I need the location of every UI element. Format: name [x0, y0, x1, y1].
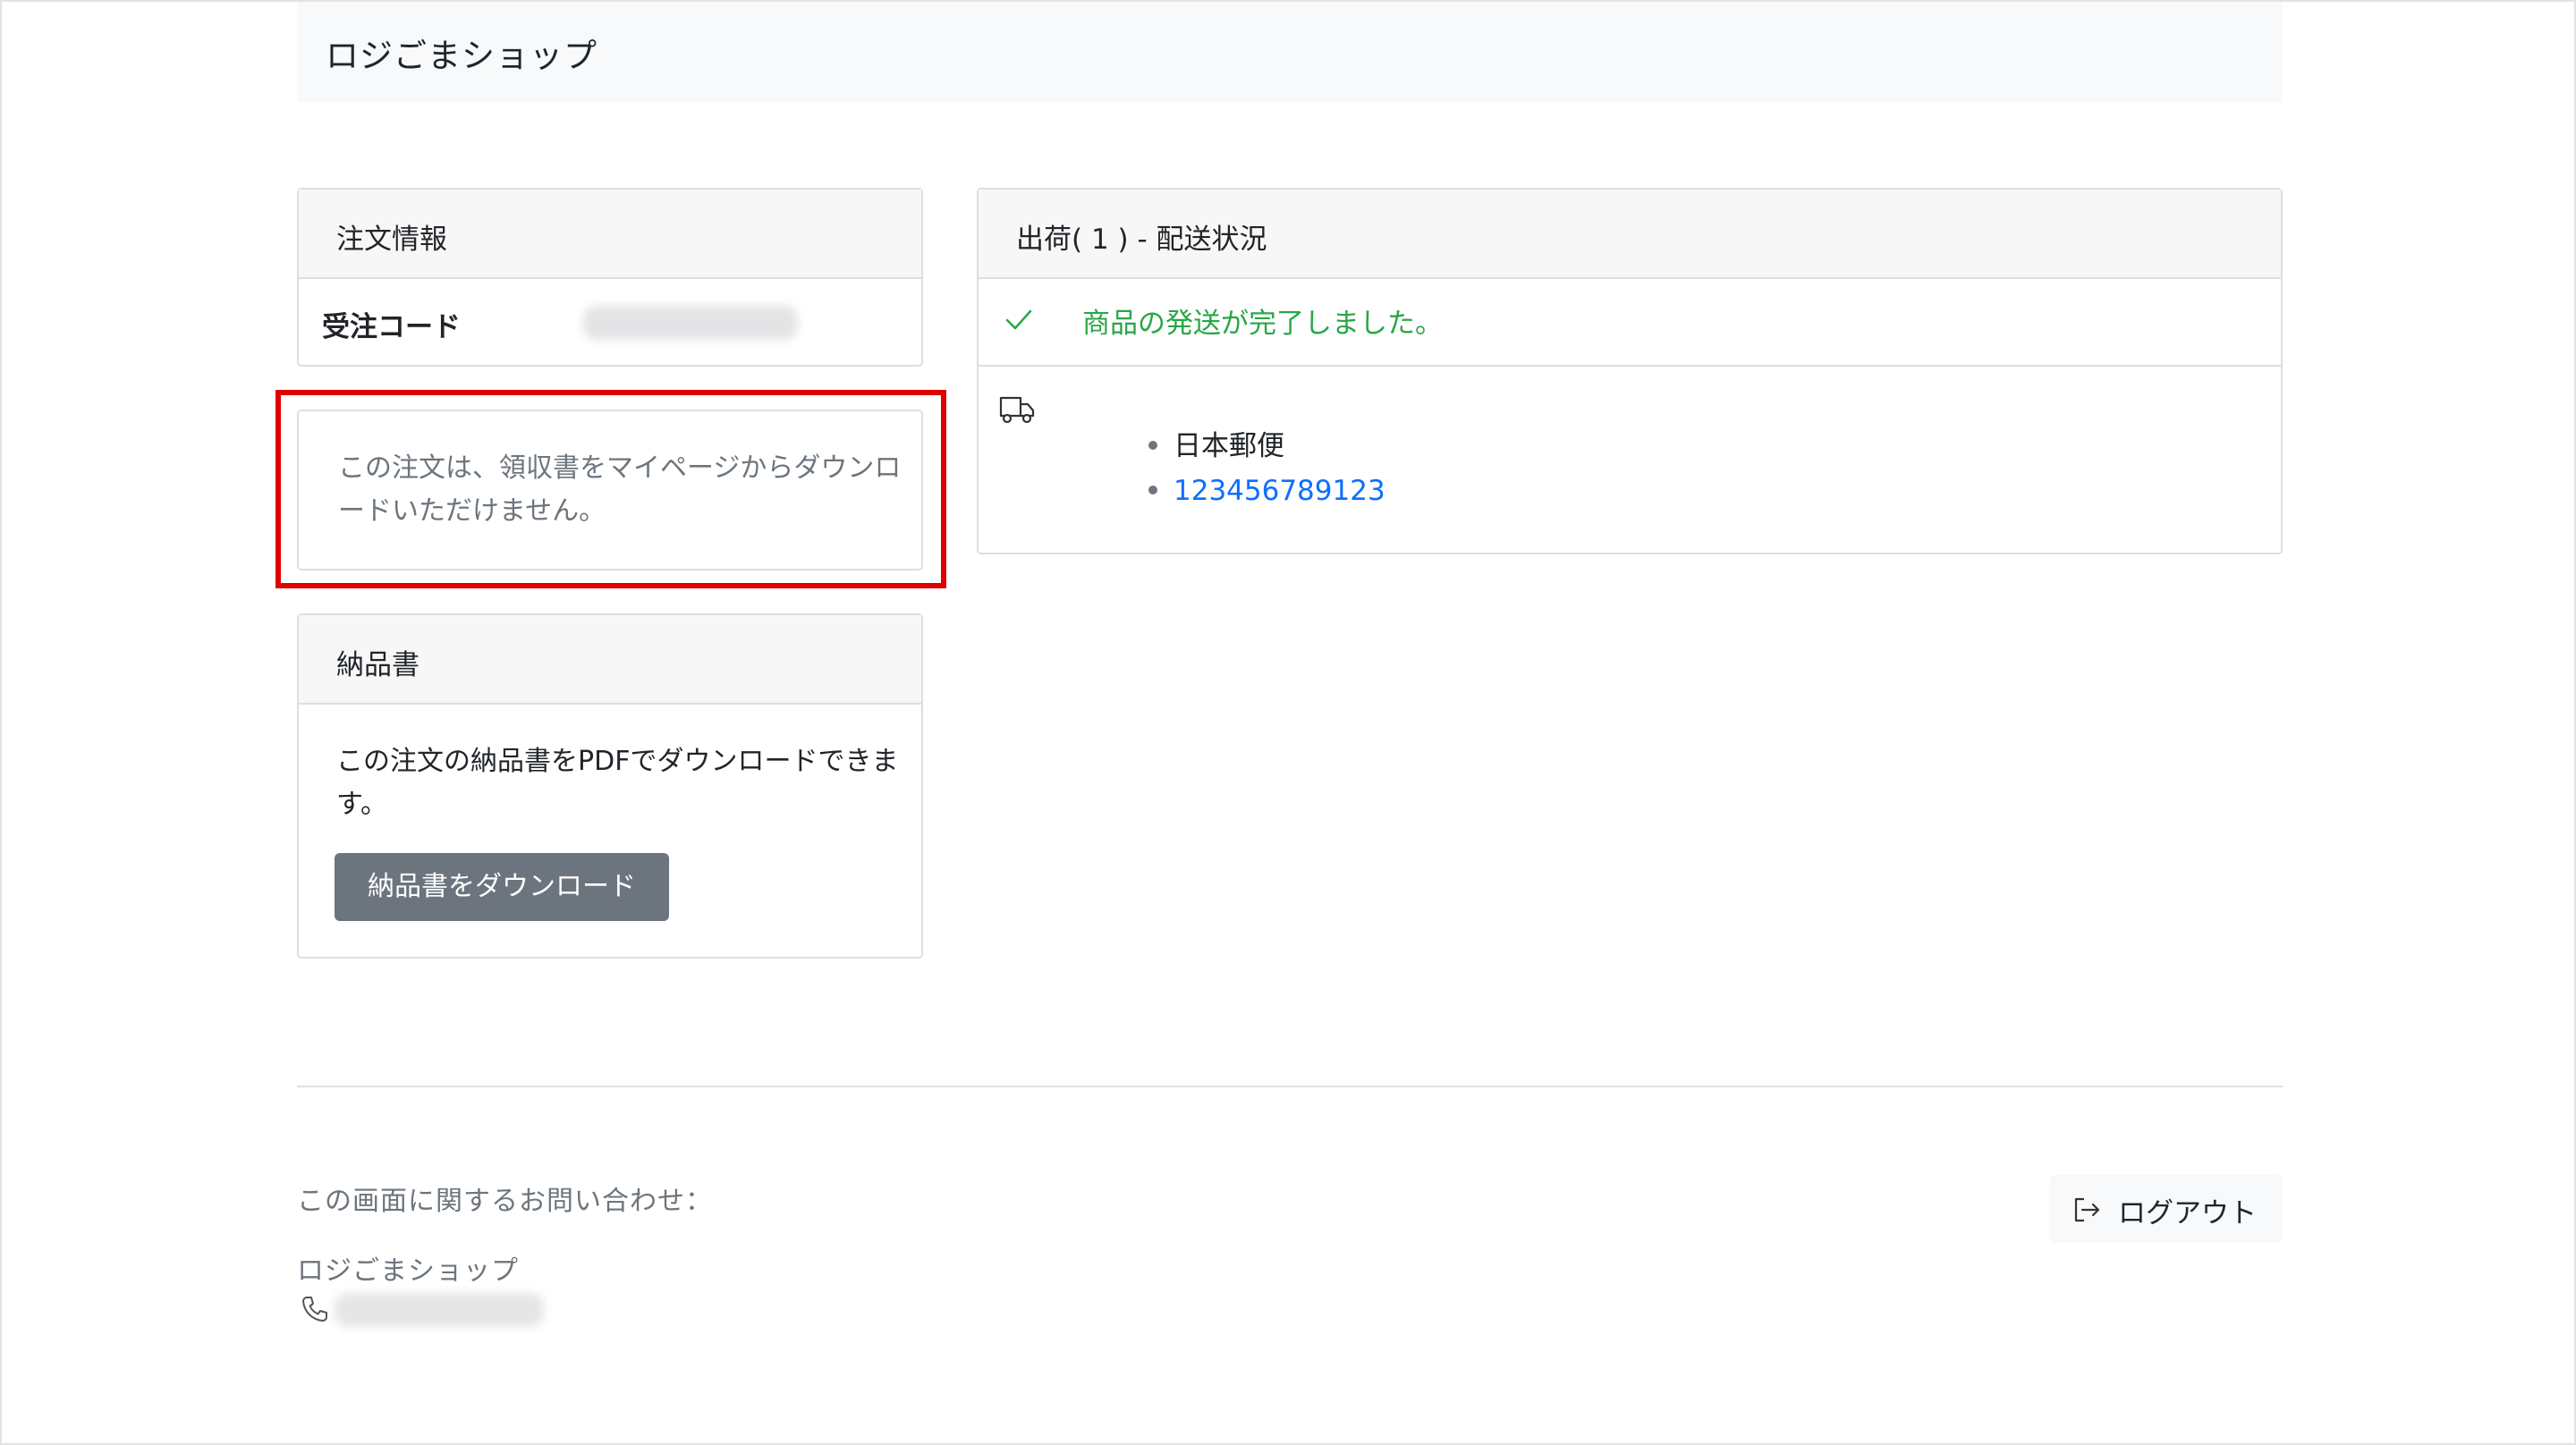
phone-number-redacted: [335, 1293, 544, 1327]
phone-icon: [302, 1297, 327, 1322]
carrier-list: 日本郵便 123456789123: [1148, 424, 1385, 513]
delivery-slip-description: この注文の納品書をPDFでダウンロードできます。: [336, 746, 899, 820]
carrier-name: 日本郵便: [1174, 430, 1284, 462]
brand-title[interactable]: ロジごまショップ: [326, 29, 597, 77]
receipt-note-text: この注文は、領収書をマイページからダウンロードいただけません。: [338, 452, 902, 527]
footer-divider: [297, 1086, 2283, 1087]
logout-label: ログアウト: [2118, 1197, 2257, 1230]
delivery-slip-title: 納品書: [336, 649, 419, 681]
bullet: [1148, 440, 1157, 450]
order-code-label: 受注コード: [322, 311, 461, 343]
bullet: [1148, 485, 1157, 494]
shipment-status-text: 商品の発送が完了しました。: [1082, 308, 1443, 340]
tracking-item: 123456789123: [1148, 469, 1385, 513]
order-code-value-redacted: [583, 306, 798, 340]
download-slip-button[interactable]: 納品書をダウンロード: [335, 853, 669, 921]
order-info-card: 注文情報 受注コード: [297, 188, 923, 367]
shipment-title: 出荷( 1 ) - 配送状況: [1016, 224, 1267, 256]
order-info-title: 注文情報: [336, 224, 447, 256]
tracking-number-link[interactable]: 123456789123: [1174, 475, 1385, 507]
shipment-status-row: 商品の発送が完了しました。: [979, 277, 2281, 367]
shipment-card: 出荷( 1 ) - 配送状況 商品の発送が完了しました。 日本郵便 123456…: [977, 188, 2283, 554]
logout-icon: [2074, 1197, 2100, 1222]
truck-icon: [999, 396, 1035, 424]
check-icon: [1005, 309, 1032, 330]
delivery-slip-card: 納品書 この注文の納品書をPDFでダウンロードできます。 納品書をダウンロード: [297, 613, 923, 959]
carrier-item: 日本郵便: [1148, 424, 1385, 469]
receipt-note-card: この注文は、領収書をマイページからダウンロードいただけません。: [297, 410, 923, 570]
footer-shop-name: ロジごまショップ: [297, 1255, 519, 1287]
logout-button[interactable]: ログアウト: [2050, 1175, 2283, 1243]
contact-lead: この画面に関するお問い合わせ：: [297, 1186, 713, 1217]
